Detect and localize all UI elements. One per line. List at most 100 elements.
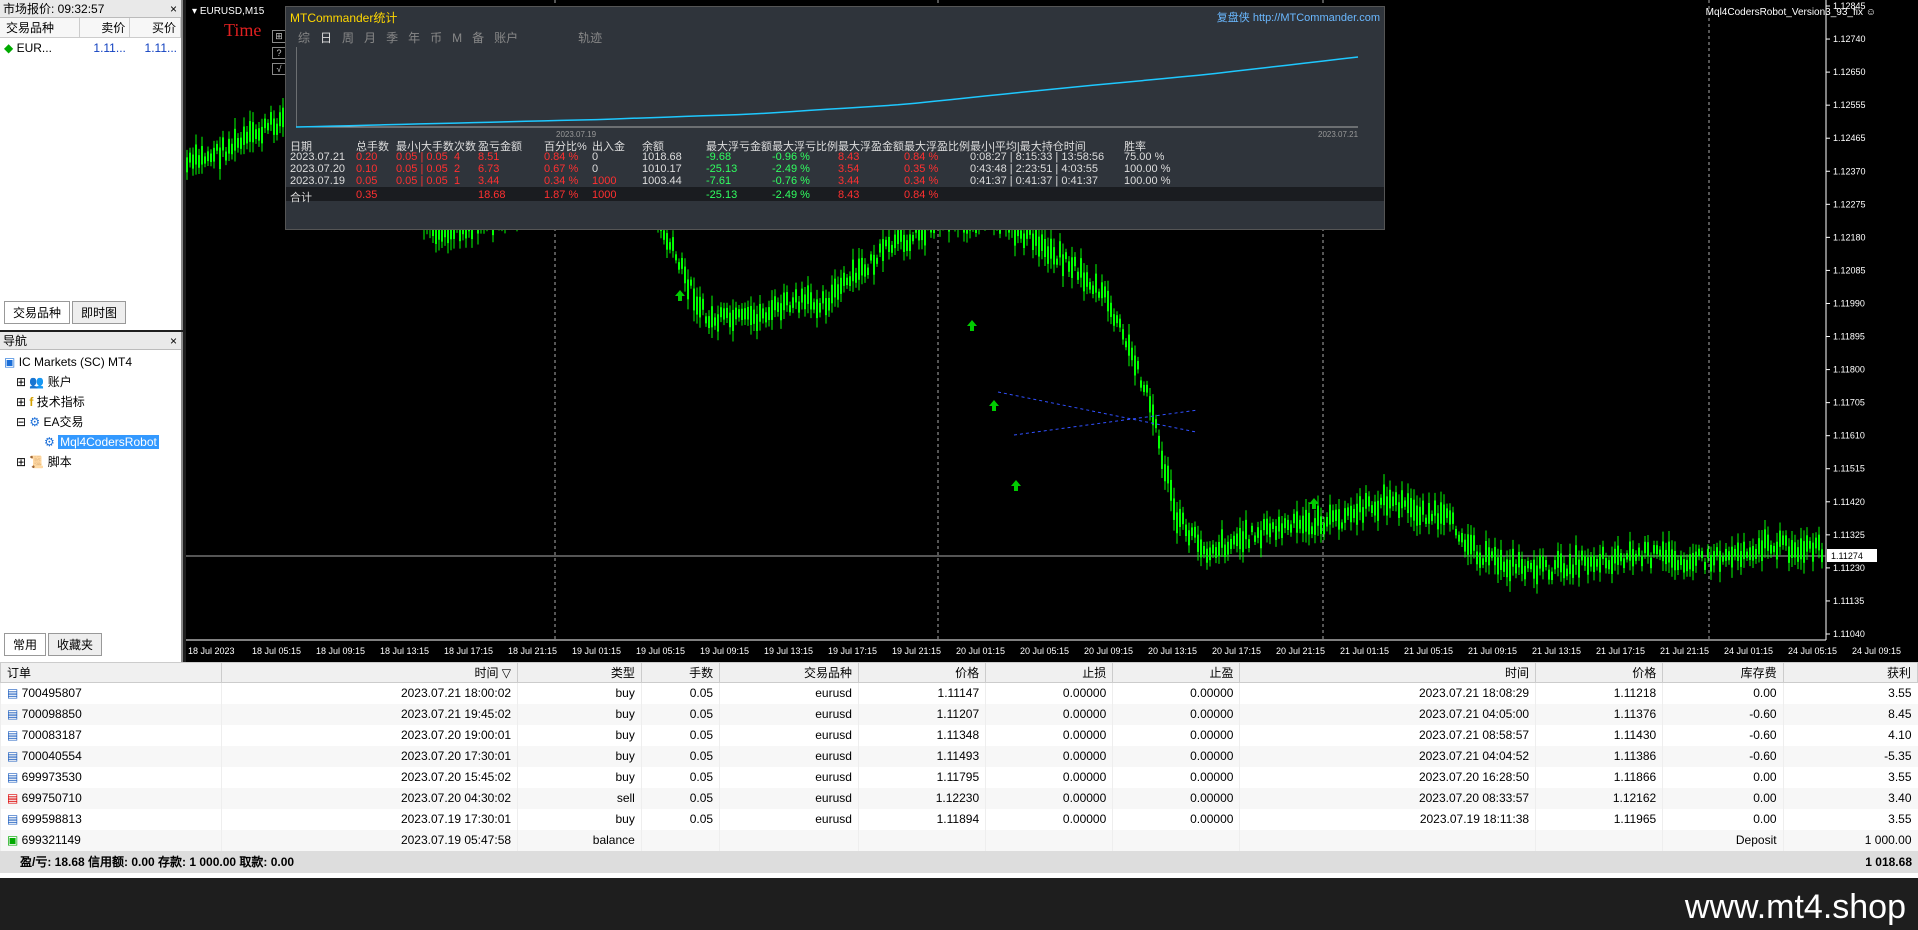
- table-cell: 1.11348: [857, 724, 986, 746]
- stats-tab[interactable]: 轨迹: [578, 31, 602, 45]
- market-watch-row[interactable]: ◆ EUR... 1.11... 1.11...: [0, 38, 181, 58]
- column-header[interactable]: 交易品种: [719, 662, 859, 683]
- x-tick-label: 24 Jul 09:15: [1852, 646, 1901, 656]
- stats-tab[interactable]: 日: [320, 31, 332, 45]
- chart-side-button[interactable]: ⊞: [272, 30, 286, 43]
- candle-body: [1290, 524, 1292, 533]
- column-header[interactable]: 价格: [857, 662, 987, 683]
- candle-body: [1470, 534, 1472, 555]
- y-tick-label: 1.12180: [1833, 232, 1866, 242]
- tree-item-scripts[interactable]: ⊞ 📜 脚本: [4, 452, 177, 472]
- candle-body: [1368, 496, 1370, 507]
- tree-item-accounts[interactable]: ⊞ 👥 账户: [4, 372, 177, 392]
- candle-body: [873, 254, 875, 275]
- table-cell: 0.00000: [1112, 787, 1240, 809]
- candle-body: [1689, 554, 1691, 570]
- candle-body: [1125, 341, 1127, 348]
- x-tick-label: 18 Jul 21:15: [508, 646, 557, 656]
- table-cell: 1.11795: [857, 766, 986, 788]
- order-id: 699750710: [21, 791, 82, 805]
- stats-tab[interactable]: 年: [408, 31, 420, 45]
- column-header[interactable]: 订单: [0, 662, 223, 683]
- stats-cell: 0.35: [356, 189, 378, 201]
- table-cell: 3.55: [1782, 766, 1918, 788]
- candle-body: [1467, 534, 1469, 555]
- stats-cell: 0.05 | 0.05: [396, 175, 448, 187]
- candle-body: [1611, 555, 1613, 574]
- candle-body: [1335, 509, 1337, 521]
- column-header[interactable]: 时间 ▽: [221, 662, 519, 683]
- column-header[interactable]: 类型: [517, 662, 642, 683]
- candle-body: [1404, 500, 1406, 507]
- column-header[interactable]: 获利: [1782, 662, 1918, 683]
- stats-cell: 2: [454, 163, 461, 175]
- column-header[interactable]: 手数: [640, 662, 721, 683]
- expand-icon[interactable]: ⊞: [16, 395, 26, 409]
- x-tick-label: 21 Jul 01:15: [1340, 646, 1389, 656]
- table-cell: [857, 829, 986, 851]
- column-header[interactable]: 库存费: [1662, 662, 1784, 683]
- column-header[interactable]: 止盈: [1112, 662, 1241, 683]
- symbol-cell[interactable]: ◆ EUR...: [0, 38, 79, 58]
- table-cell: 2023.07.20 08:33:57: [1239, 787, 1536, 809]
- stats-tab[interactable]: 季: [386, 31, 398, 45]
- close-icon[interactable]: ×: [170, 0, 177, 18]
- collapse-icon[interactable]: ⊟: [16, 415, 26, 429]
- column-ask[interactable]: 买价: [130, 18, 182, 37]
- candle-body: [201, 146, 203, 165]
- candle-body: [189, 152, 191, 163]
- candle-body: [1524, 565, 1526, 580]
- table-row[interactable]: ▤ 700495807 2023.07.21 18:00:02 buy 0.05 eur…: [0, 682, 1918, 704]
- candle-body: [216, 143, 218, 151]
- candle-body: [687, 279, 689, 300]
- y-tick-label: 1.11800: [1833, 365, 1865, 375]
- tab-favorites[interactable]: 收藏夹: [48, 633, 103, 656]
- candle-body: [678, 262, 680, 270]
- stats-tab[interactable]: 综: [298, 31, 310, 45]
- chart-side-button[interactable]: √: [272, 63, 286, 75]
- tree-item-expert-advisors[interactable]: ⊟ ⚙ EA交易: [4, 412, 177, 432]
- tree-item-indicators[interactable]: ⊞ f 技术指标: [4, 392, 177, 412]
- candle-body: [1047, 246, 1049, 264]
- candle-body: [1629, 541, 1631, 561]
- table-row[interactable]: ▤ 699598813 2023.07.19 17:30:01 buy 0.05 eur…: [0, 808, 1918, 830]
- chart-side-button[interactable]: ?: [272, 47, 286, 59]
- table-row[interactable]: ▤ 699973530 2023.07.20 15:45:02 buy 0.05 eur…: [0, 766, 1918, 788]
- stats-cell: 0: [592, 163, 599, 175]
- stats-tab[interactable]: 月: [364, 31, 376, 45]
- table-cell: 0.00000: [1112, 745, 1240, 767]
- stats-tab[interactable]: 币: [430, 31, 442, 45]
- stats-tab[interactable]: 备: [472, 31, 484, 45]
- table-row[interactable]: ▣ 699321149 2023.07.19 05:47:58 balance Dep…: [0, 829, 1918, 851]
- tab-symbols[interactable]: 交易品种: [4, 301, 71, 324]
- candle-body: [1212, 544, 1214, 554]
- candle-body: [1134, 355, 1136, 376]
- expand-icon[interactable]: ⊞: [16, 455, 26, 469]
- expand-icon[interactable]: ⊞: [16, 375, 26, 389]
- column-header[interactable]: 时间: [1239, 662, 1537, 683]
- column-bid[interactable]: 卖价: [80, 18, 131, 37]
- table-row[interactable]: ▤ 699750710 2023.07.20 04:30:02 sell 0.05 eu…: [0, 787, 1918, 809]
- candle-body: [696, 296, 698, 315]
- candle-body: [1140, 380, 1142, 388]
- table-cell: ▤ 699973530: [0, 766, 222, 788]
- stats-cell: 1018.68: [642, 151, 682, 163]
- stats-tab[interactable]: 账户: [494, 31, 518, 45]
- tree-item-broker[interactable]: ▣ IC Markets (SC) MT4: [4, 352, 177, 372]
- stats-tab[interactable]: M: [452, 31, 462, 45]
- stats-link[interactable]: 复盘侠 http://MTCommander.com: [1217, 9, 1380, 25]
- candle-body: [1587, 557, 1589, 575]
- tree-item-ea-selected[interactable]: ⚙ Mql4CodersRobot: [4, 432, 177, 452]
- column-header[interactable]: 价格: [1535, 662, 1664, 683]
- table-row[interactable]: ▤ 700098850 2023.07.21 19:45:02 buy 0.05 eur…: [0, 703, 1918, 725]
- column-header[interactable]: 止损: [985, 662, 1114, 683]
- table-row[interactable]: ▤ 700083187 2023.07.20 19:00:01 buy 0.05 eur…: [0, 724, 1918, 746]
- column-symbol[interactable]: 交易品种: [0, 18, 80, 37]
- stats-tab[interactable]: 周: [342, 31, 354, 45]
- table-row[interactable]: ▤ 700040554 2023.07.20 17:30:01 buy 0.05 eur…: [0, 745, 1918, 767]
- tab-common[interactable]: 常用: [4, 633, 47, 656]
- y-tick-label: 1.11135: [1833, 596, 1864, 606]
- close-icon[interactable]: ×: [170, 332, 177, 350]
- tab-tick-chart[interactable]: 即时图: [72, 301, 127, 324]
- stats-cell: 2023.07.19: [290, 175, 346, 187]
